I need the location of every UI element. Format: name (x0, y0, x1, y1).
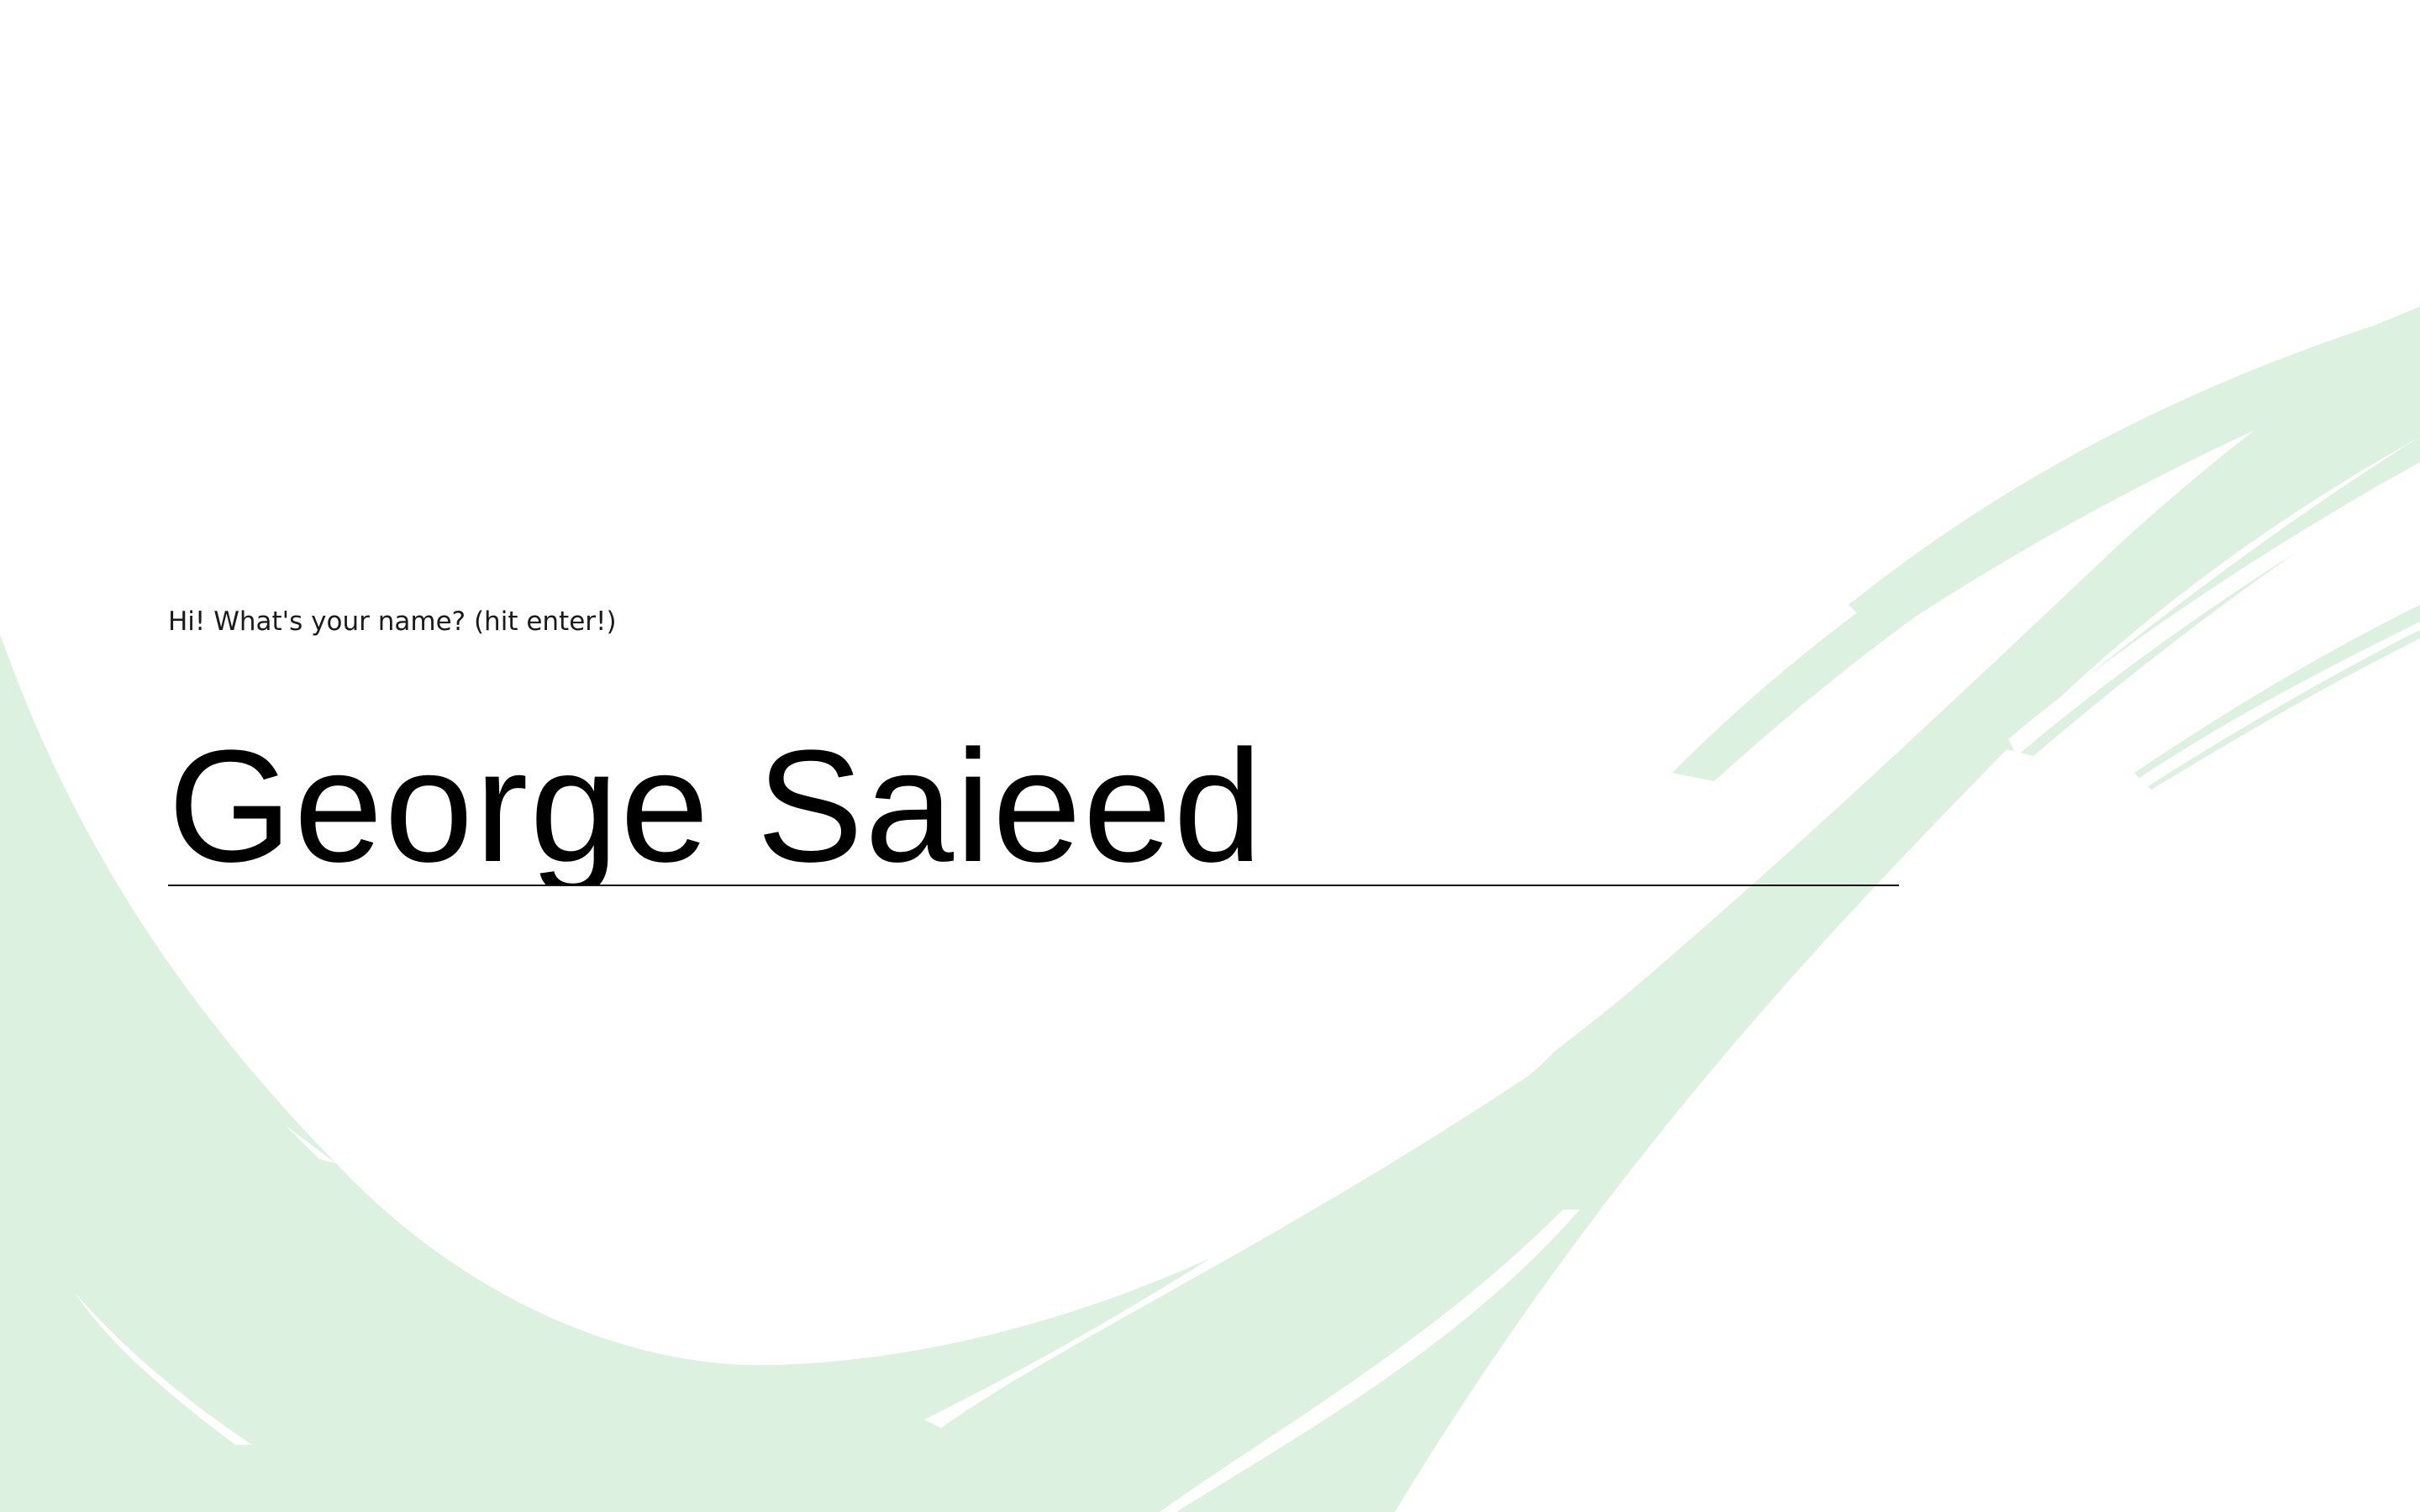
name-form: Hi! What's your name? (hit enter!) (168, 601, 1899, 886)
name-prompt-label: Hi! What's your name? (hit enter!) (168, 606, 617, 637)
page: Hi! What's your name? (hit enter!) (0, 0, 2420, 1512)
name-input[interactable] (168, 735, 1899, 886)
